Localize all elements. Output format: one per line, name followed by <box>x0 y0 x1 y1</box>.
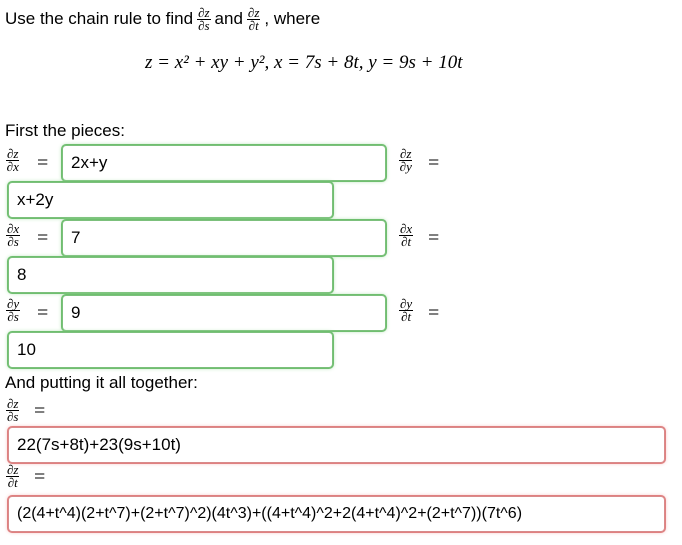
equals-sign: = <box>428 227 440 249</box>
dy-ds-fraction: ∂y ∂s <box>6 296 21 324</box>
equals-sign: = <box>37 302 49 324</box>
dz-dt-result-fraction: ∂z ∂t <box>6 462 20 490</box>
equals-sign: = <box>428 302 440 324</box>
dy-dt-fraction: ∂y ∂t <box>399 296 414 324</box>
prompt-where: , where <box>264 9 321 28</box>
dy-ds-answer-input[interactable]: 9 <box>62 295 386 331</box>
dz-dy-answer-input[interactable]: x+2y <box>8 182 333 218</box>
dz-dx-fraction: ∂z ∂x <box>6 146 20 174</box>
question-prompt: Use the chain rule to find ∂z ∂s and ∂z … <box>5 6 320 32</box>
dx-dt-answer-input[interactable]: 8 <box>8 257 333 293</box>
dz-dt-fraction: ∂z ∂t <box>246 4 261 33</box>
dz-dy-fraction: ∂z ∂y <box>399 146 413 174</box>
given-equation: z = x² + xy + y², x = 7s + 8t, y = 9s + … <box>145 52 463 73</box>
equals-sign: = <box>34 466 46 488</box>
dz-dx-answer-input[interactable]: 2x+y <box>62 145 386 181</box>
equals-sign: = <box>37 152 49 174</box>
section-first-pieces: First the pieces: <box>5 121 125 140</box>
dz-ds-final-answer-input[interactable]: 22(7s+8t)+23(9s+10t) <box>8 427 665 463</box>
equals-sign: = <box>37 227 49 249</box>
dx-ds-answer-input[interactable]: 7 <box>62 220 386 256</box>
dy-dt-answer-input[interactable]: 10 <box>8 332 333 368</box>
section-putting-together: And putting it all together: <box>5 373 198 392</box>
prompt-and: and <box>214 9 243 28</box>
prompt-text: Use the chain rule to find <box>5 9 194 28</box>
dz-dt-final-answer-input[interactable]: (2(4+t^4)(2+t^7)+(2+t^7)^2)(4t^3)+((4+t^… <box>8 496 665 532</box>
dz-ds-fraction: ∂z ∂s <box>197 4 211 33</box>
dz-ds-result-fraction: ∂z ∂s <box>6 396 20 424</box>
equals-sign: = <box>428 152 440 174</box>
dx-ds-fraction: ∂x ∂s <box>6 221 21 249</box>
dx-dt-fraction: ∂x ∂t <box>399 221 414 249</box>
equals-sign: = <box>34 400 46 422</box>
